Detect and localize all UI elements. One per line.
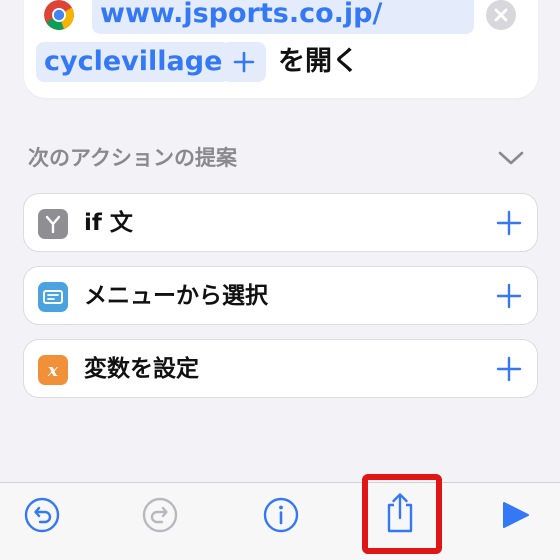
undo-button[interactable]	[22, 495, 62, 535]
suggestion-label: 変数を設定	[84, 356, 199, 382]
suggestions-header: 次のアクションの提案	[28, 146, 237, 170]
plus-icon	[496, 356, 522, 382]
chrome-icon	[44, 0, 74, 30]
branch-icon	[38, 209, 68, 239]
chevron-down-icon	[498, 151, 524, 165]
suggestion-item-if[interactable]: if 文	[23, 193, 538, 252]
clear-icon	[494, 8, 508, 22]
plus-icon	[496, 210, 522, 236]
highlight-box	[362, 474, 442, 554]
url-token-continued[interactable]: cyclevillage	[36, 42, 231, 82]
menu-icon	[38, 282, 68, 312]
bottom-toolbar	[0, 482, 560, 560]
add-suggestion-button[interactable]	[495, 209, 523, 237]
plus-icon	[233, 51, 255, 73]
url-token[interactable]: www.jsports.co.jp/	[92, 0, 474, 34]
add-suggestion-button[interactable]	[495, 282, 523, 310]
add-variable-button[interactable]	[222, 42, 266, 82]
suggestion-label: if 文	[84, 210, 133, 236]
plus-icon	[496, 283, 522, 309]
collapse-button[interactable]	[496, 146, 526, 170]
shortcut-editor: www.jsports.co.jp/ cyclevillage を開く 次のアク…	[0, 0, 560, 560]
svg-text:x: x	[47, 361, 59, 381]
clear-button[interactable]	[486, 0, 516, 30]
add-suggestion-button[interactable]	[495, 355, 523, 383]
redo-button[interactable]	[140, 495, 180, 535]
suggestion-item-choose-from-menu[interactable]: メニューから選択	[23, 266, 538, 325]
info-button[interactable]	[261, 495, 301, 535]
suggestion-label: メニューから選択	[84, 283, 268, 309]
undo-icon	[24, 497, 60, 533]
variable-icon: x	[38, 355, 68, 385]
suggestion-item-set-variable[interactable]: x 変数を設定	[23, 339, 538, 398]
open-action-label: を開く	[278, 46, 359, 77]
info-icon	[263, 497, 299, 533]
run-button[interactable]	[496, 495, 536, 535]
redo-icon	[142, 497, 178, 533]
play-icon	[503, 502, 529, 528]
